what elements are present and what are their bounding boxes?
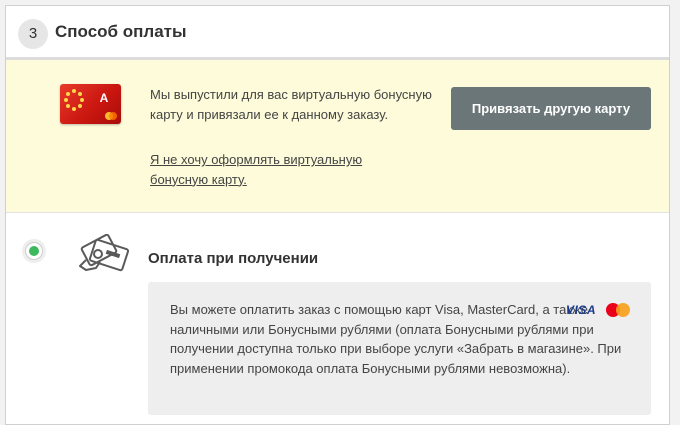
promo-message: Мы выпустили для вас виртуальную бонусну… bbox=[150, 87, 432, 122]
payment-on-delivery-radio[interactable] bbox=[25, 242, 43, 260]
step-number-badge: 3 bbox=[18, 19, 48, 49]
virtual-card-notice: А Мы выпустили для вас виртуальную бонус… bbox=[6, 60, 669, 213]
card-brand-logos: VISA bbox=[566, 302, 636, 318]
payment-method-panel: 3 Способ оплаты А Мы выпустили для вас в… bbox=[5, 5, 670, 425]
card-logo-glyph: А bbox=[99, 91, 109, 105]
decline-virtual-card-link[interactable]: Я не хочу оформлять виртуальную бонусную… bbox=[150, 150, 390, 189]
card-mastercard-mark bbox=[105, 112, 117, 120]
payment-info-box: Вы можете оплатить заказ с помощью карт … bbox=[148, 282, 651, 415]
step-title: Способ оплаты bbox=[55, 22, 187, 41]
bonus-card-icon: А bbox=[60, 84, 121, 124]
visa-logo: VISA bbox=[566, 303, 597, 317]
step-header: 3 Способ оплаты bbox=[6, 6, 669, 60]
bind-another-card-button[interactable]: Привязать другую карту bbox=[451, 87, 651, 130]
cash-card-icon bbox=[79, 234, 130, 272]
payment-method-title: Оплата при получении bbox=[148, 250, 319, 267]
mastercard-logo bbox=[606, 303, 632, 317]
radio-selected-dot bbox=[29, 246, 39, 256]
